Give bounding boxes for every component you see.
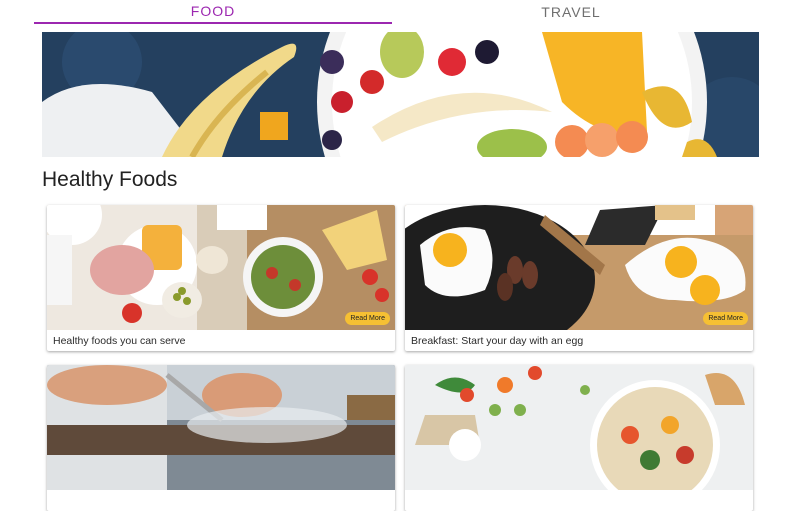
card-caption: Breakfast: Start your day with an egg [411,335,584,347]
card-image [47,365,395,490]
card-3[interactable] [47,365,395,511]
tab-travel[interactable]: TRAVEL [392,0,750,24]
read-more-button[interactable]: Read More [345,312,390,325]
card-4[interactable] [405,365,753,511]
card-healthy-foods[interactable]: Read More Healthy foods you can serve [47,205,395,351]
card-breakfast[interactable]: Read More Breakfast: Start your day with… [405,205,753,351]
tab-food[interactable]: FOOD [34,0,392,24]
card-caption: Healthy foods you can serve [53,335,186,347]
section-title: Healthy Foods [42,168,178,191]
card-caption [405,490,753,511]
read-more-button[interactable]: Read More [703,312,748,325]
tab-bar: FOOD TRAVEL [34,0,750,24]
card-caption [47,490,395,511]
card-image [405,365,753,490]
card-image: Read More [47,205,395,330]
card-image: Read More [405,205,753,330]
hero-banner-image [42,32,759,157]
